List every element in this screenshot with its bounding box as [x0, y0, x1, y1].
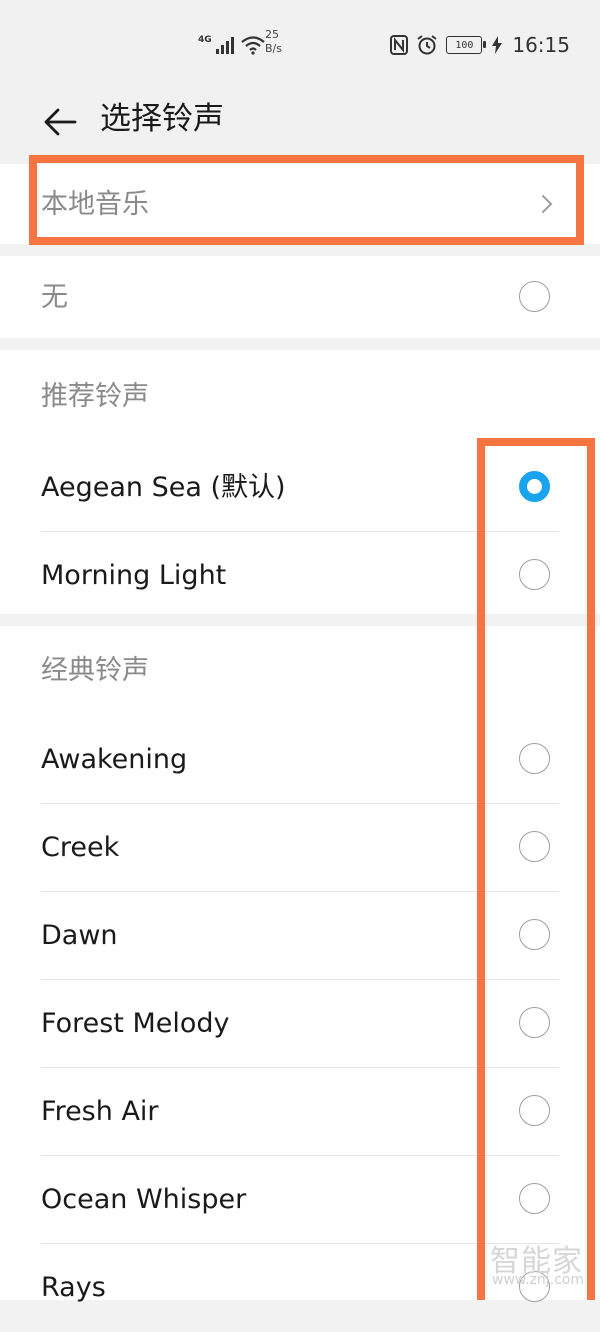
wifi-icon [240, 36, 265, 55]
network-type: 4G [198, 35, 212, 45]
ringtone-row-dawn[interactable]: Dawn [0, 892, 600, 980]
alarm-icon [417, 35, 437, 55]
recommended-header-label: 推荐铃声 [41, 381, 149, 412]
ringtone-radio[interactable] [519, 1183, 550, 1214]
classic-section: 经典铃声 Awakening Creek Dawn Forest Melody … [0, 626, 600, 1303]
local-music-card: 本地音乐 [0, 164, 600, 244]
watermark-url: www.znj.com [492, 1272, 584, 1288]
watermark: 智能家 www.znj.com [490, 1236, 594, 1292]
ringtone-row-forest-melody[interactable]: Forest Melody [0, 980, 600, 1068]
ringtone-row-ocean-whisper[interactable]: Ocean Whisper [0, 1156, 600, 1244]
none-option-card: 无 [0, 256, 600, 338]
speed-unit: B/s [265, 42, 282, 55]
ringtone-row-aegean-sea[interactable]: Aegean Sea (默认) [0, 444, 600, 532]
network-speed: 25 B/s [265, 28, 282, 56]
local-music-label: 本地音乐 [41, 189, 149, 220]
recommended-header: 推荐铃声 [0, 350, 600, 444]
ringtone-label: Ocean Whisper [41, 1184, 247, 1215]
ringtone-label: Morning Light [41, 560, 227, 591]
back-arrow-icon [44, 108, 77, 136]
local-music-row[interactable]: 本地音乐 [0, 164, 600, 244]
ringtone-radio[interactable] [519, 743, 550, 774]
classic-header-label: 经典铃声 [41, 655, 149, 686]
status-right: 100 16:15 [390, 31, 570, 59]
battery-level: 100 [455, 39, 474, 51]
ringtone-row-awakening[interactable]: Awakening [0, 716, 600, 804]
ringtone-radio[interactable] [519, 919, 550, 950]
back-button[interactable] [38, 100, 82, 144]
status-left: 4G [198, 30, 266, 60]
ringtone-label: Dawn [41, 920, 118, 951]
ringtone-label: Fresh Air [41, 1096, 159, 1127]
ringtone-label: Rays [41, 1272, 106, 1303]
ringtone-row-morning-light[interactable]: Morning Light [0, 532, 600, 620]
ringtone-radio-selected[interactable] [519, 471, 550, 502]
page-title: 选择铃声 [100, 101, 224, 137]
chevron-right-icon [542, 195, 553, 213]
status-bar: 4G 25 B/s 100 16:15 [0, 0, 600, 88]
clock: 16:15 [512, 33, 570, 57]
recommended-section: 推荐铃声 Aegean Sea (默认) Morning Light [0, 350, 600, 614]
charging-icon [492, 36, 503, 54]
ringtone-radio[interactable] [519, 831, 550, 862]
none-option-label: 无 [41, 282, 68, 313]
ringtone-radio[interactable] [519, 1095, 550, 1126]
ringtone-radio[interactable] [519, 1007, 550, 1038]
none-option-radio[interactable] [519, 281, 550, 312]
ringtone-label: Aegean Sea (默认) [41, 472, 286, 503]
ringtone-row-creek[interactable]: Creek [0, 804, 600, 892]
ringtone-label: Awakening [41, 744, 188, 775]
ringtone-label: Creek [41, 832, 120, 863]
ringtone-label: Forest Melody [41, 1008, 230, 1039]
ringtone-radio[interactable] [519, 559, 550, 590]
title-bar: 选择铃声 [0, 88, 600, 164]
none-option-row[interactable]: 无 [0, 256, 600, 338]
speed-value: 25 [265, 28, 279, 41]
battery-icon: 100 [446, 36, 487, 54]
classic-header: 经典铃声 [0, 626, 600, 716]
ringtone-row-fresh-air[interactable]: Fresh Air [0, 1068, 600, 1156]
nfc-icon [390, 35, 409, 55]
signal-icon [215, 36, 234, 54]
